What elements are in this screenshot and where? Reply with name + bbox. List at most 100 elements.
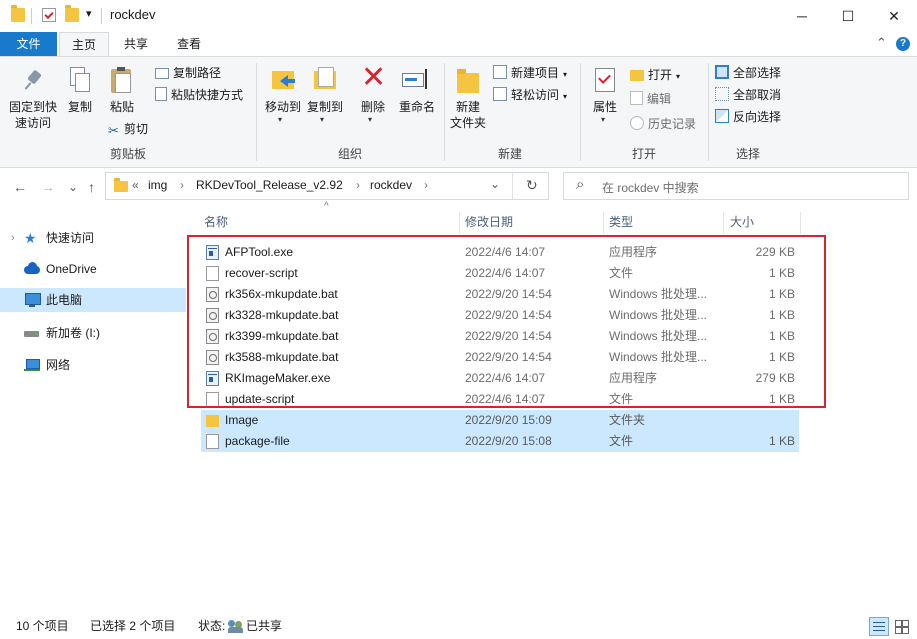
column-divider[interactable]	[800, 212, 801, 234]
invert-selection-button[interactable]: 反向选择	[715, 107, 781, 127]
column-divider[interactable]	[723, 212, 724, 234]
history-button[interactable]: 历史记录	[630, 114, 696, 134]
qa-dropdown-icon[interactable]: ▾	[86, 7, 92, 20]
sidebar-item-onedrive[interactable]: OneDrive	[0, 257, 186, 281]
computer-icon	[24, 293, 41, 307]
paste-shortcut-icon	[155, 87, 167, 101]
search-placeholder: 在 rockdev 中搜索	[602, 181, 699, 195]
breadcrumb-separator-icon[interactable]: ›	[424, 178, 428, 192]
breadcrumb-item[interactable]: RKDevTool_Release_v2.92	[196, 178, 343, 192]
forward-icon[interactable]: →	[41, 172, 55, 202]
tab-home[interactable]: 主页	[59, 32, 109, 57]
sidebar-item-label: 此电脑	[46, 293, 83, 307]
maximize-button[interactable]: ☐	[825, 0, 871, 32]
properties-dropdown-icon: ▾	[601, 115, 606, 124]
paste-shortcut-button[interactable]: 粘贴快捷方式	[155, 85, 243, 105]
sidebar-item-this-pc[interactable]: 此电脑	[0, 288, 186, 312]
folder-icon	[11, 5, 25, 22]
move-to-dropdown-icon: ▾	[278, 115, 283, 124]
new-folder-button[interactable]: 新建 文件夹	[447, 99, 489, 131]
new-item-button[interactable]: 新建项目 ▾	[493, 63, 567, 83]
delete-button[interactable]: 删除	[354, 99, 392, 115]
breadcrumb-separator-icon[interactable]: ›	[356, 178, 360, 192]
rename-button[interactable]: 重命名	[395, 99, 439, 115]
column-header-date[interactable]: 修改日期	[465, 212, 513, 232]
edit-label: 编辑	[647, 92, 672, 106]
open-button[interactable]: 打开 ▾	[630, 65, 680, 85]
back-icon[interactable]: ←	[13, 172, 27, 202]
minimize-button[interactable]: ─	[779, 0, 825, 32]
star-icon: ★	[24, 230, 37, 246]
properties-icon[interactable]	[42, 8, 56, 22]
column-header-name[interactable]: 名称	[204, 212, 228, 232]
divider	[101, 8, 102, 24]
copy-button[interactable]: 复制	[64, 99, 96, 115]
edit-icon	[630, 91, 643, 105]
tab-share[interactable]: 共享	[112, 32, 160, 56]
column-header-size[interactable]: 大小	[730, 212, 754, 232]
new-item-icon	[493, 65, 507, 79]
invert-selection-icon	[715, 109, 729, 123]
folder-icon	[206, 415, 219, 427]
scissors-icon: ✂	[108, 123, 119, 138]
tab-view[interactable]: 查看	[165, 32, 213, 56]
new-item-label: 新建项目	[511, 66, 560, 80]
collapse-ribbon-icon[interactable]: ⌃	[876, 35, 887, 51]
easy-access-button[interactable]: 轻松访问 ▾	[493, 85, 567, 105]
breadcrumb-item[interactable]: img	[148, 178, 167, 192]
address-dropdown-icon[interactable]: ⌄	[490, 177, 500, 191]
file-type: 文件	[609, 434, 634, 448]
breadcrumb-overflow[interactable]: «	[132, 178, 139, 192]
refresh-icon[interactable]: ↻	[526, 177, 538, 194]
group-divider	[256, 63, 257, 161]
select-all-icon	[715, 65, 729, 79]
file-row-selected[interactable]: package-file 2022/9/20 15:08 文件 1 KB	[201, 431, 799, 452]
cut-button[interactable]: ✂ 剪切	[108, 119, 148, 139]
window-title: rockdev	[110, 7, 156, 22]
breadcrumb-separator-icon[interactable]: ›	[180, 178, 184, 192]
easy-access-icon	[493, 87, 507, 101]
file-size: 1 KB	[768, 434, 795, 448]
column-header-type[interactable]: 类型	[609, 212, 633, 232]
delete-dropdown-icon: ▾	[368, 115, 373, 124]
edit-button[interactable]: 编辑	[630, 89, 671, 109]
large-icons-view-icon[interactable]	[893, 618, 910, 635]
details-view-icon[interactable]	[869, 617, 889, 636]
breadcrumb-item[interactable]: rockdev	[370, 178, 412, 192]
column-divider[interactable]	[603, 212, 604, 234]
shared-users-icon	[228, 620, 244, 633]
select-none-button[interactable]: 全部取消	[715, 85, 781, 105]
sort-ascending-icon: ^	[324, 201, 329, 212]
file-row-selected[interactable]: Image 2022/9/20 15:09 文件夹	[201, 410, 799, 431]
move-to-button[interactable]: 移动到	[261, 99, 305, 115]
help-icon[interactable]: ?	[896, 37, 910, 51]
copy-path-button[interactable]: 复制路径	[155, 63, 221, 83]
sidebar-item-network[interactable]: 网络	[0, 353, 186, 377]
up-icon[interactable]: ↑	[88, 172, 95, 202]
properties-button[interactable]: 属性	[588, 99, 622, 115]
expand-icon[interactable]: ›	[11, 226, 15, 250]
properties-large-icon	[595, 68, 615, 92]
new-folder-icon[interactable]	[65, 5, 79, 22]
close-button[interactable]: ✕	[871, 0, 917, 32]
divider	[31, 8, 32, 24]
copy-icon	[70, 67, 90, 92]
copy-to-button[interactable]: 复制到	[303, 99, 347, 115]
selected-count: 已选择 2 个项目	[90, 619, 176, 633]
address-bar[interactable]: « img › RKDevTool_Release_v2.92 › rockde…	[105, 172, 549, 200]
sidebar-item-label: 新加卷 (I:)	[46, 326, 100, 340]
pin-quick-access-button[interactable]: 固定到快 速访问	[4, 99, 62, 131]
sidebar-item-label: OneDrive	[46, 262, 97, 276]
sidebar-item-quick-access[interactable]: › ★ 快速访问	[0, 226, 186, 250]
open-dropdown-icon: ▾	[676, 72, 681, 81]
recent-locations-icon[interactable]: ⌄	[68, 172, 78, 202]
tab-file[interactable]: 文件	[0, 32, 57, 56]
group-divider	[708, 63, 709, 161]
select-all-button[interactable]: 全部选择	[715, 63, 781, 83]
sidebar-item-drive-i[interactable]: 新加卷 (I:)	[0, 321, 186, 345]
paste-button[interactable]: 粘贴	[104, 99, 140, 115]
search-input[interactable]: ⌕ 在 rockdev 中搜索	[563, 172, 909, 200]
column-divider[interactable]	[459, 212, 460, 234]
invert-selection-label: 反向选择	[733, 110, 782, 124]
file-icon	[206, 434, 219, 449]
